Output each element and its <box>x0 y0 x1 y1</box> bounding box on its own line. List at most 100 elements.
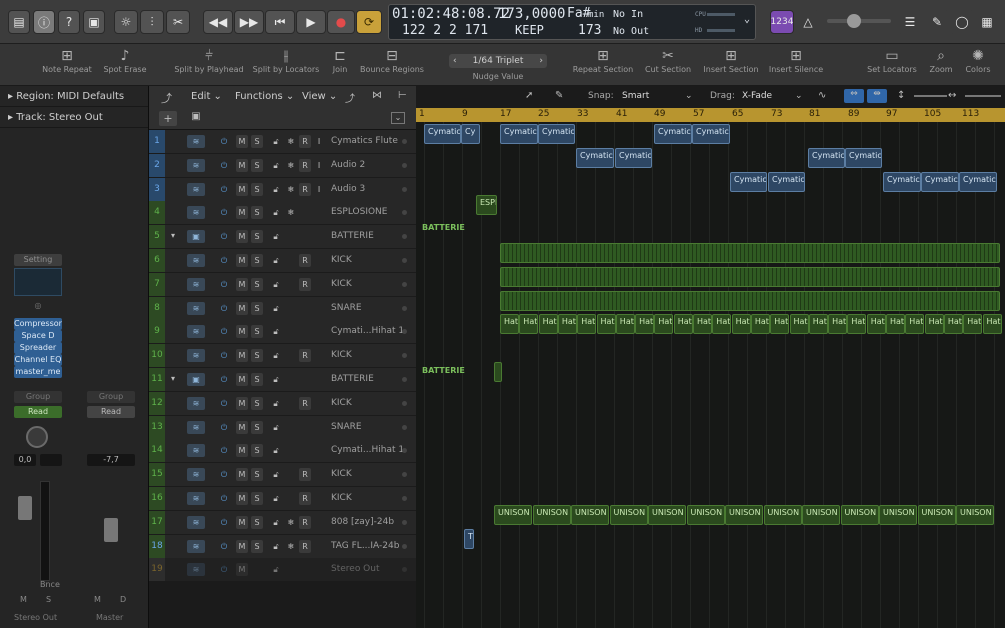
freeze-icon[interactable]: ❄ <box>285 183 297 196</box>
lock-icon[interactable]: 🔓︎ <box>270 397 282 410</box>
lock-icon[interactable]: 🔓︎ <box>270 135 282 148</box>
track-on-off-icon[interactable]: ⏻ <box>218 468 230 481</box>
track-on-off-icon[interactable]: ⏻ <box>218 444 230 457</box>
track-name[interactable]: KICK <box>331 344 352 367</box>
hihat-region[interactable]: Hat <box>982 314 1002 335</box>
nudge-left-icon[interactable]: ‹ <box>453 54 457 68</box>
lock-icon[interactable]: 🔓︎ <box>270 230 282 243</box>
audio-region[interactable]: Cymatics <box>654 124 692 144</box>
midi-region[interactable] <box>494 362 502 382</box>
setting-button[interactable]: Setting <box>14 254 62 266</box>
lock-icon[interactable]: 🔓︎ <box>270 349 282 362</box>
record-enable-button[interactable]: R <box>299 158 311 172</box>
track-options-icon[interactable]: ▣ <box>187 111 205 126</box>
mute-button[interactable]: M <box>236 468 248 482</box>
track-inspector-header[interactable]: ▸ Track: Stereo Out <box>0 107 148 128</box>
track-on-off-icon[interactable]: ⏻ <box>218 325 230 338</box>
track-on-off-icon[interactable]: ⏻ <box>218 183 230 196</box>
lock-icon[interactable]: 🔓︎ <box>270 302 282 315</box>
track-on-off-icon[interactable]: ⏻ <box>218 278 230 291</box>
dim-button-right[interactable]: D <box>120 595 126 604</box>
freeze-icon[interactable]: ❄ <box>285 206 297 219</box>
hihat-region[interactable]: Hat <box>963 314 983 335</box>
record-enable-button[interactable]: R <box>299 277 311 291</box>
mute-button[interactable]: M <box>236 515 248 529</box>
lock-icon[interactable]: 🔓︎ <box>270 540 282 553</box>
nudge-right-icon[interactable]: › <box>539 54 543 68</box>
freeze-icon[interactable]: ❄ <box>285 135 297 148</box>
hihat-region[interactable]: Hat <box>943 314 963 335</box>
hihat-region[interactable]: Hat <box>635 314 655 335</box>
track-row[interactable]: 16 ≋ ⏻ M S 🔓︎ R KICK <box>149 487 416 511</box>
track-row[interactable]: 15 ≋ ⏻ M S 🔓︎ R KICK <box>149 463 416 488</box>
unison-region[interactable]: UNISON <box>956 504 994 525</box>
hihat-region[interactable]: Hat <box>577 314 597 335</box>
hihat-region[interactable]: Hat <box>770 314 790 335</box>
solo-button[interactable]: S <box>251 373 263 386</box>
hihat-region[interactable]: Hat <box>866 314 886 335</box>
track-on-off-icon[interactable]: ⏻ <box>218 516 230 529</box>
lock-icon[interactable]: 🔓︎ <box>270 421 282 434</box>
vertical-zoom-icon[interactable]: ↕ <box>897 90 905 101</box>
rewind-button[interactable]: ◀◀ <box>203 10 233 34</box>
midi-region[interactable]: ESPL <box>476 195 497 216</box>
track-name[interactable]: Cymati...Hihat 1 <box>331 439 404 462</box>
count-in-button[interactable]: 1234 <box>770 10 794 34</box>
hihat-region[interactable]: Hat <box>673 314 693 335</box>
solo-button[interactable]: S <box>251 468 263 482</box>
audio-region[interactable]: Cymatics <box>808 147 845 168</box>
mute-button[interactable]: M <box>236 420 248 434</box>
audio-region[interactable]: Cymatics <box>500 124 538 144</box>
audio-region[interactable]: Cymatics <box>615 147 652 168</box>
record-enable-button[interactable]: R <box>299 182 311 196</box>
audio-region[interactable]: Cymatics <box>730 171 767 192</box>
cycle-button[interactable]: ⟳ <box>356 10 382 34</box>
go-to-start-button[interactable]: ⏮ <box>265 10 295 34</box>
plugin-space-d[interactable]: Space D <box>14 330 62 342</box>
track-on-off-icon[interactable]: ⏻ <box>218 302 230 315</box>
track-name[interactable]: SNARE <box>331 416 362 439</box>
waveform-zoom-icon[interactable]: ∿ <box>818 90 826 101</box>
input-monitor-button[interactable]: I <box>314 183 324 196</box>
browser-icon[interactable]: ▦ <box>975 10 999 34</box>
lock-icon[interactable]: 🔓︎ <box>270 444 282 457</box>
track-row[interactable]: 19 ≋ ⏻ M 🔓︎ Stereo Out <box>149 558 416 583</box>
record-enable-button[interactable]: R <box>299 468 311 482</box>
track-on-off-icon[interactable]: ⏻ <box>218 349 230 362</box>
solo-button[interactable]: S <box>251 515 263 529</box>
track-on-off-icon[interactable]: ⏻ <box>218 230 230 243</box>
mute-button[interactable]: M <box>236 206 248 220</box>
track-on-off-icon[interactable]: ⏻ <box>218 397 230 410</box>
plugin-compressor[interactable]: Compressor <box>14 318 62 330</box>
mute-button-left[interactable]: M <box>20 595 27 604</box>
track-row[interactable]: 11 ▾ ▣ ⏻ M S 🔓︎ BATTERIE <box>149 368 416 392</box>
hihat-region[interactable]: Hat <box>828 314 848 335</box>
hihat-region[interactable]: Hat <box>808 314 828 335</box>
drag-chevron-icon[interactable]: ⌄ <box>795 91 803 101</box>
notepad-icon[interactable]: ✎ <box>925 10 949 34</box>
lock-icon[interactable]: 🔓︎ <box>270 468 282 481</box>
mixer-icon[interactable]: ⫶ <box>140 10 164 34</box>
track-name[interactable]: KICK <box>331 392 352 415</box>
solo-button[interactable]: S <box>251 254 263 267</box>
unison-region[interactable]: UNISON <box>725 504 763 525</box>
collapse-icon[interactable]: ⌄ <box>391 112 405 124</box>
track-row[interactable]: 17 ≋ ⏻ M S 🔓︎ ❄ R 808 [zay]-24b <box>149 510 416 535</box>
plugin-master-me[interactable]: master_me <box>14 366 62 378</box>
smart-controls-icon[interactable]: ☼ <box>114 10 138 34</box>
snap-chevron-icon[interactable]: ⌄ <box>685 91 693 101</box>
bounce-label[interactable]: Bnce <box>40 580 60 589</box>
forward-button[interactable]: ▶▶ <box>234 10 264 34</box>
hihat-region[interactable]: Hat <box>500 314 519 335</box>
folder-disclosure-icon[interactable]: ▾ <box>171 231 175 240</box>
nudge-value-field[interactable]: ‹ 1/64 Triplet › <box>449 54 547 68</box>
mute-button[interactable]: M <box>236 254 248 267</box>
track-name[interactable]: ESPLOSIONE <box>331 201 387 224</box>
hihat-region[interactable]: Hat <box>847 314 867 335</box>
audio-region[interactable]: Cymatic <box>538 124 575 144</box>
track-name[interactable]: Audio 2 <box>331 154 365 177</box>
solo-button[interactable]: S <box>251 230 263 244</box>
bar-ruler[interactable]: 1 9 17 25 33 41 49 57 65 73 81 89 97 105 113 <box>416 108 1005 122</box>
loop-browser-icon[interactable]: ◯ <box>950 10 974 34</box>
master-volume-slider[interactable] <box>827 14 891 28</box>
